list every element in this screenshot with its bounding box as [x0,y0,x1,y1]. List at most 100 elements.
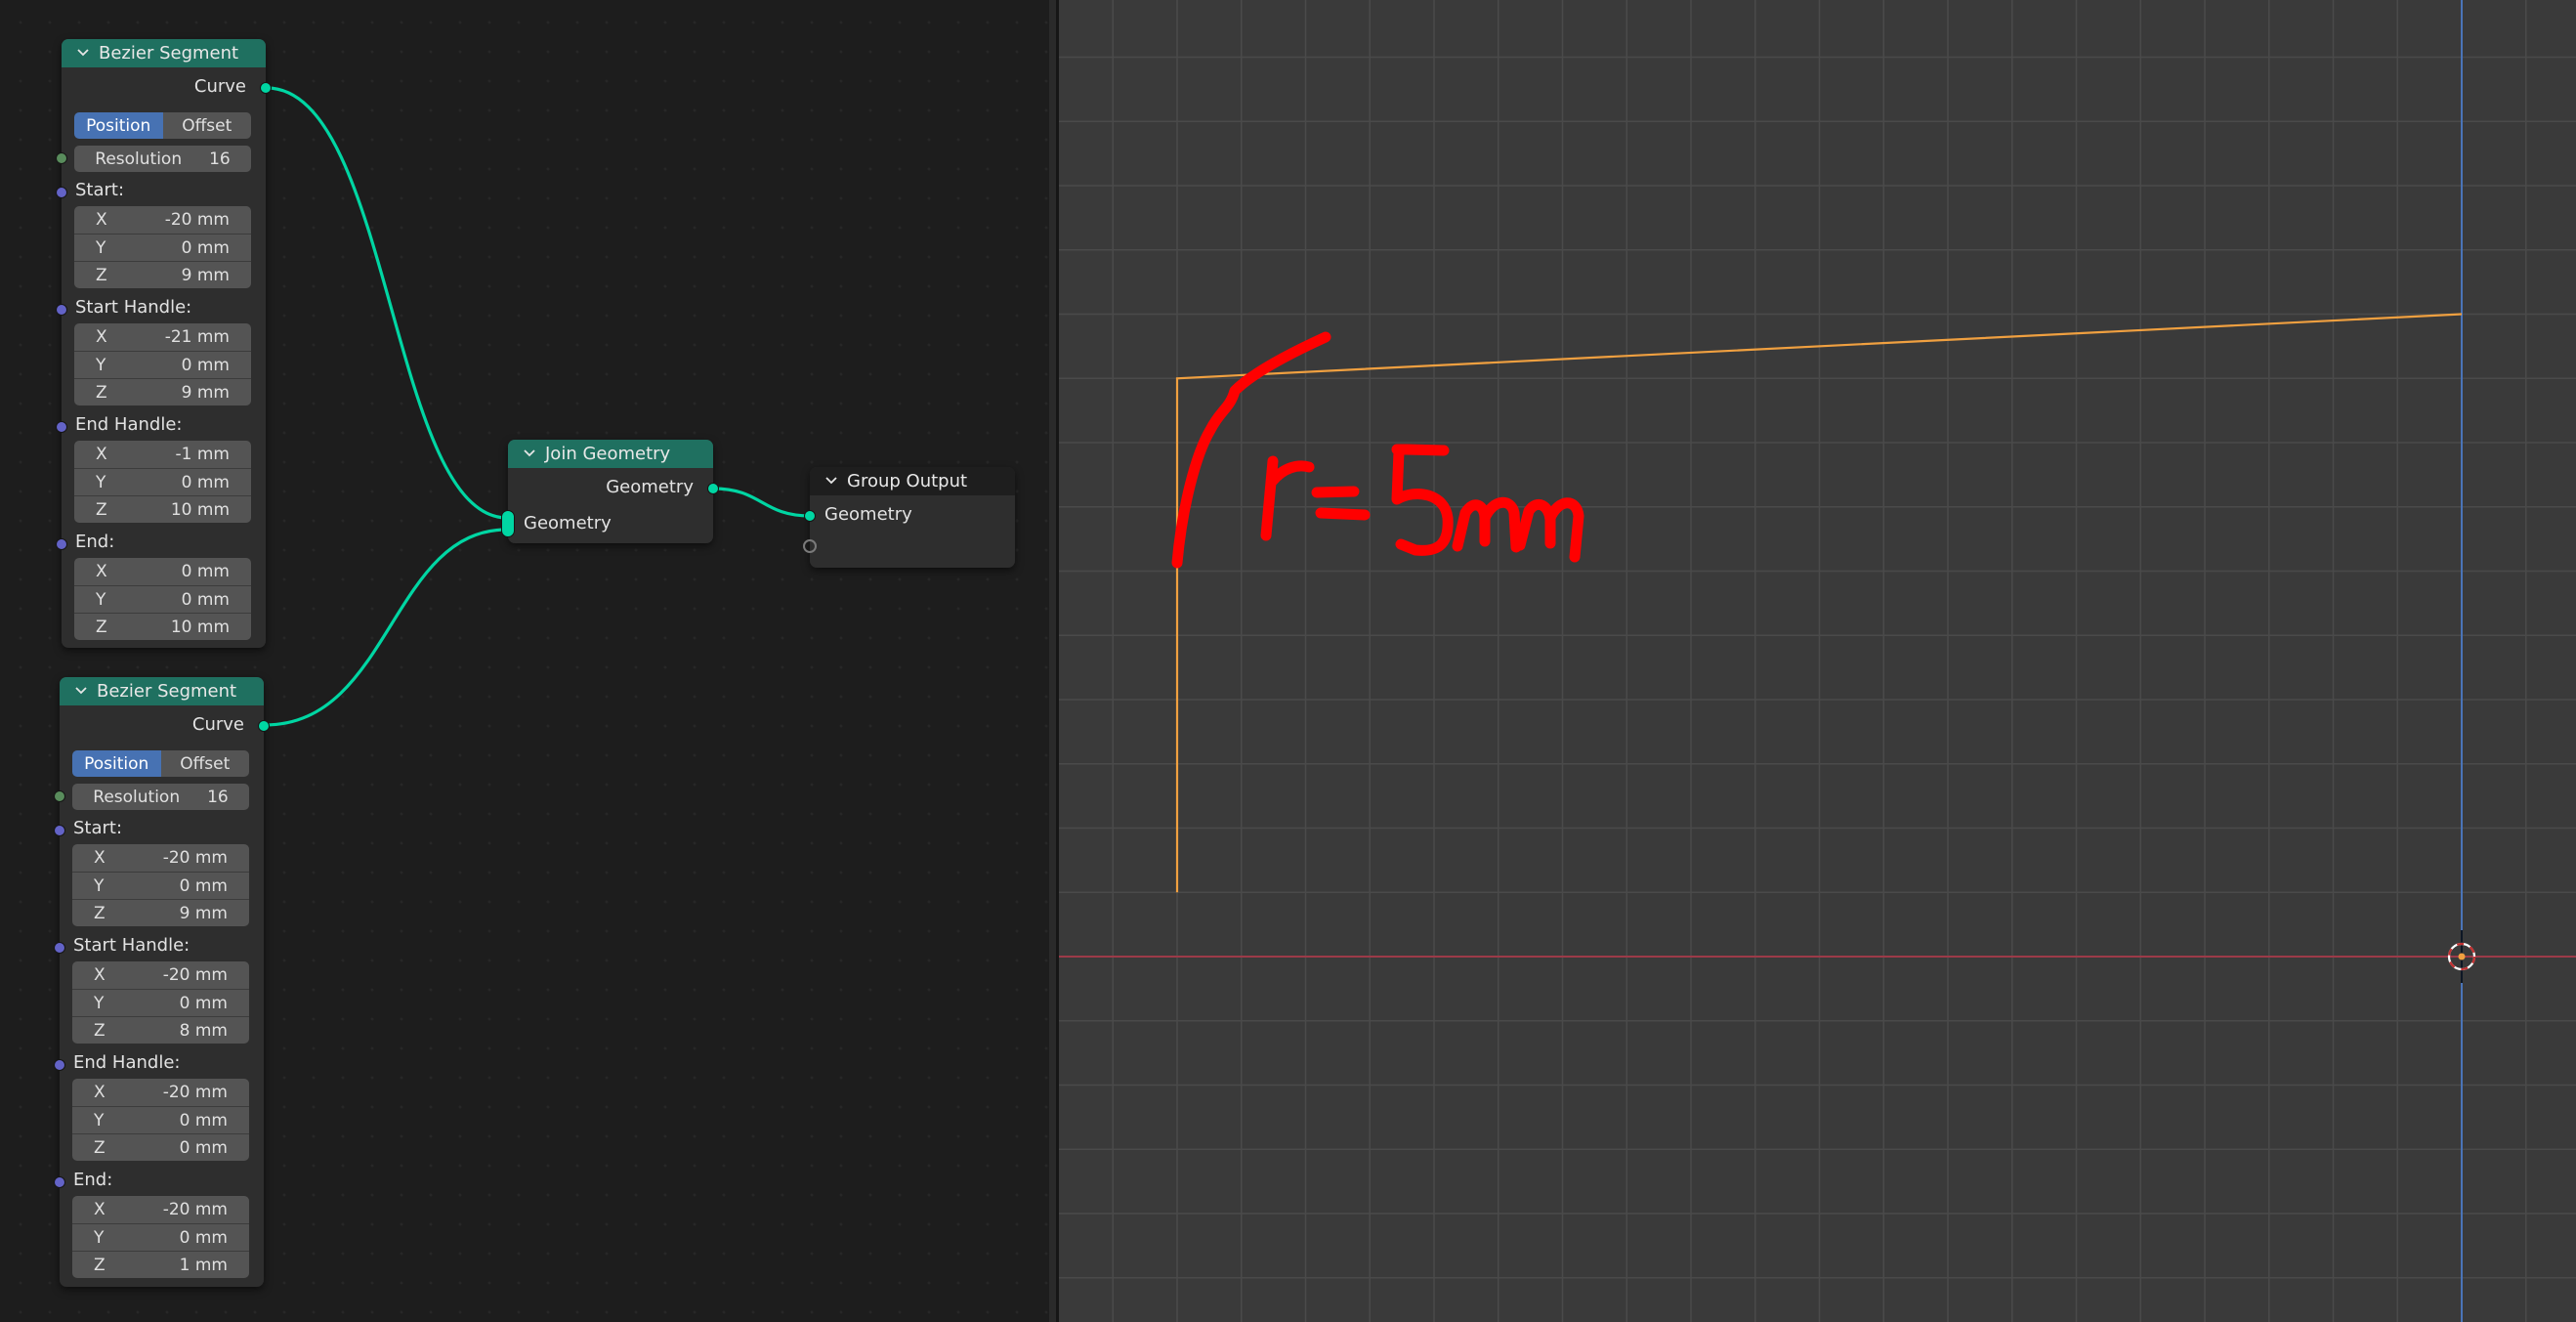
link-bezier1-to-join[interactable] [266,86,508,520]
end-vector-field[interactable]: X -20 mm Y 0 mm Z 1 mm [72,1196,249,1278]
start-x-field[interactable]: X -20 mm [72,844,249,872]
axis-label: X [96,562,107,581]
axis-label: Y [96,355,106,375]
end-y-field[interactable]: Y 0 mm [74,585,251,613]
curve-output-socket[interactable] [260,82,272,94]
end-handle-y-field[interactable]: Y 0 mm [72,1106,249,1133]
chevron-down-icon[interactable] [73,683,89,699]
end-label: End: [75,532,115,552]
start-handle-x-field[interactable]: X -21 mm [74,323,251,351]
end-socket[interactable] [56,538,67,550]
axis-label: X [96,327,107,347]
axis-label: Y [96,472,106,492]
3d-viewport[interactable]: r=5mm [1059,0,2576,1322]
axis-label: Y [94,875,105,896]
end-x-field[interactable]: X -20 mm [72,1196,249,1223]
end-socket[interactable] [54,1176,65,1188]
start-z-field[interactable]: Z 9 mm [72,899,249,926]
axis-value: 9 mm [181,265,230,285]
empty-input-socket[interactable] [803,539,817,553]
end-handle-socket[interactable] [56,421,67,433]
axis-value: -21 mm [164,327,230,347]
start-z-field[interactable]: Z 9 mm [74,261,251,288]
chevron-down-icon[interactable] [823,473,839,489]
annotation-stroke [1171,331,1584,569]
bezier-segment-node-2[interactable]: Bezier Segment Curve Position Offset Resolu… [54,677,270,1287]
end-vector-field[interactable]: X 0 mm Y 0 mm Z 10 mm [74,558,251,640]
axis-label: X [94,1083,106,1102]
resolution-socket[interactable] [56,152,67,164]
start-handle-vector-field[interactable]: X -20 mm Y 0 mm Z 8 mm [72,961,249,1044]
end-handle-z-field[interactable]: Z 0 mm [72,1133,249,1161]
axis-label: Y [96,237,106,258]
start-handle-z-field[interactable]: Z 9 mm [74,378,251,405]
end-handle-x-field[interactable]: X -1 mm [74,441,251,468]
node-header[interactable]: Bezier Segment [62,39,266,67]
start-handle-socket[interactable] [56,304,67,316]
resolution-field[interactable]: Resolution 16 [74,146,251,172]
axis-value: 0 mm [179,993,228,1013]
group-output-node[interactable]: Group Output Geometry [803,467,1015,568]
start-socket[interactable] [54,825,65,836]
node-header[interactable]: Join Geometry [508,440,713,468]
start-socket[interactable] [56,187,67,198]
node-header[interactable]: Group Output [810,467,1015,495]
axis-label: X [96,445,107,464]
mode-option-offset[interactable]: Offset [162,112,251,139]
join-geometry-node[interactable]: Join Geometry Geometry Geometry [501,440,719,543]
start-handle-y-field[interactable]: Y 0 mm [72,989,249,1016]
node-header[interactable]: Bezier Segment [60,677,264,705]
end-handle-x-field[interactable]: X -20 mm [72,1079,249,1106]
start-handle-socket[interactable] [54,942,65,954]
mode-option-position[interactable]: Position [72,750,161,777]
axis-label: Y [96,589,106,610]
output-geometry-socket[interactable] [707,483,719,494]
axis-value: -1 mm [175,445,230,464]
end-z-field[interactable]: Z 10 mm [74,613,251,640]
axis-label: Y [94,993,105,1013]
start-vector-field[interactable]: X -20 mm Y 0 mm Z 9 mm [74,206,251,288]
link-bezier2-to-join[interactable] [264,528,508,727]
input-geometry-label: Geometry [824,504,912,525]
mode-option-position[interactable]: Position [74,112,163,139]
end-handle-vector-field[interactable]: X -20 mm Y 0 mm Z 0 mm [72,1079,249,1161]
input-geometry-socket[interactable] [804,510,816,522]
curve-output-socket[interactable] [258,720,270,732]
bezier-segment-node-1[interactable]: Bezier Segment Curve Position Offset Resolu… [56,39,272,648]
resolution-field[interactable]: Resolution 16 [72,784,249,810]
end-x-field[interactable]: X 0 mm [74,558,251,585]
axis-value: 0 mm [179,1137,228,1158]
end-handle-z-field[interactable]: Z 10 mm [74,495,251,523]
input-geometry-multi-socket[interactable] [501,510,515,537]
start-handle-y-field[interactable]: Y 0 mm [74,351,251,378]
mode-selector[interactable]: Position Offset [72,750,249,777]
node-editor[interactable]: Bezier Segment Curve Position Offset Resolu… [0,0,1049,1322]
end-handle-vector-field[interactable]: X -1 mm Y 0 mm Z 10 mm [74,441,251,523]
input-geometry-label: Geometry [524,513,612,533]
axis-value: 0 mm [181,472,230,492]
axis-label: Z [96,617,107,637]
start-handle-x-field[interactable]: X -20 mm [72,961,249,989]
end-y-field[interactable]: Y 0 mm [72,1223,249,1251]
resolution-label: Resolution [95,149,183,169]
annotation-digit-5 [1391,444,1454,556]
start-handle-label: Start Handle: [73,935,190,956]
start-y-field[interactable]: Y 0 mm [72,872,249,899]
start-x-field[interactable]: X -20 mm [74,206,251,234]
start-vector-field[interactable]: X -20 mm Y 0 mm Z 9 mm [72,844,249,926]
mode-selector[interactable]: Position Offset [74,112,251,139]
start-handle-z-field[interactable]: Z 8 mm [72,1016,249,1044]
chevron-down-icon[interactable] [522,446,537,461]
end-z-field[interactable]: Z 1 mm [72,1251,249,1278]
end-handle-socket[interactable] [54,1059,65,1071]
area-divider[interactable] [1049,0,1059,1322]
chevron-down-icon[interactable] [75,45,91,61]
resolution-socket[interactable] [54,790,65,802]
end-handle-label: End Handle: [73,1052,181,1073]
axis-value: 0 mm [179,1110,228,1130]
start-y-field[interactable]: Y 0 mm [74,234,251,261]
mode-option-offset[interactable]: Offset [160,750,249,777]
link-join-to-group-output[interactable] [712,487,811,518]
end-handle-y-field[interactable]: Y 0 mm [74,468,251,495]
start-handle-vector-field[interactable]: X -21 mm Y 0 mm Z 9 mm [74,323,251,405]
